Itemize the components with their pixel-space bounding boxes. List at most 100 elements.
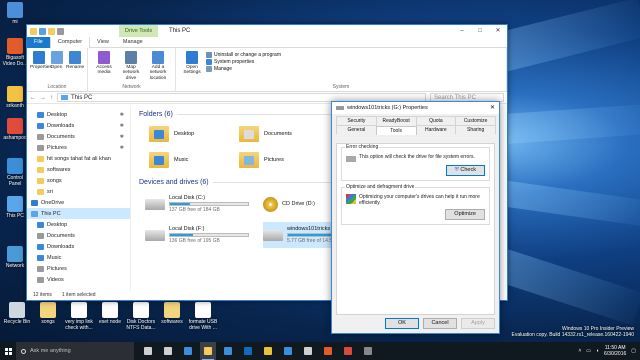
network-icon[interactable]: ▭ xyxy=(586,348,591,354)
folder-item[interactable]: Music xyxy=(149,149,239,171)
desktop-icon[interactable]: formate USB drive With ... xyxy=(188,302,218,331)
ribbon-button-label: Open xyxy=(50,65,63,70)
tab-readyboost[interactable]: ReadyBoost xyxy=(375,116,417,125)
close-icon[interactable]: ✕ xyxy=(490,102,495,114)
network-drive-button[interactable]: Map network drive xyxy=(118,50,144,83)
file-explorer-taskbar-button[interactable] xyxy=(200,342,216,360)
nav-item[interactable]: Desktop ✱ xyxy=(27,109,130,120)
tab-general[interactable]: General xyxy=(336,125,377,134)
volume-icon[interactable]: ◖ xyxy=(596,348,599,354)
nav-item[interactable]: Downloads xyxy=(27,241,130,252)
tab-hardware[interactable]: Hardware xyxy=(415,125,457,134)
hard-drive-icon xyxy=(145,229,165,241)
desktop-icon[interactable]: mi xyxy=(0,2,30,25)
store-taskbar-button[interactable] xyxy=(220,342,236,360)
mail-taskbar-button[interactable] xyxy=(280,342,296,360)
task-view-taskbar-button[interactable] xyxy=(160,342,176,360)
app-taskbar-button[interactable] xyxy=(360,342,376,360)
apply-button[interactable]: Apply xyxy=(461,318,495,329)
nav-item[interactable]: OneDrive xyxy=(27,197,130,208)
properties-button[interactable]: Properties xyxy=(30,50,52,83)
network-location-button[interactable]: Add a network location xyxy=(145,50,171,83)
folder-item[interactable]: Pictures xyxy=(239,149,329,171)
nav-item[interactable]: Pictures ✱ xyxy=(27,142,130,153)
dialog-title-bar[interactable]: windows101tricks (G:) Properties ✕ xyxy=(332,102,499,114)
media-button[interactable]: Access media xyxy=(91,50,117,83)
ribbon-group-network: Access media Map network drive Add a netwo… xyxy=(88,48,176,91)
cancel-button[interactable]: Cancel xyxy=(423,318,457,329)
pin-icon: ✱ xyxy=(119,144,124,151)
drive-tools-context-tab[interactable]: Drive Tools xyxy=(119,25,159,37)
folder-item[interactable]: Desktop xyxy=(149,123,239,145)
group-label-system: System xyxy=(332,84,350,90)
nav-item[interactable]: Pictures xyxy=(27,263,130,274)
customize-qa-icon[interactable] xyxy=(57,27,64,35)
nav-item[interactable]: Desktop xyxy=(27,219,130,230)
forward-arrow-icon[interactable]: → xyxy=(40,95,46,101)
maximize-icon[interactable]: □ xyxy=(471,25,489,37)
tab-quota[interactable]: Quota xyxy=(415,116,457,125)
desktop-icon[interactable]: eset node xyxy=(95,302,125,325)
cortana-search-box[interactable]: Ask me anything xyxy=(16,342,134,360)
nav-item[interactable]: Downloads ✱ xyxy=(27,120,130,131)
tab-tools[interactable]: Tools xyxy=(375,126,417,135)
network-buttons: Access media Map network drive Add a netwo… xyxy=(91,50,172,83)
manage-button[interactable]: Manage xyxy=(206,66,281,72)
open-settings-button[interactable]: Open Settings xyxy=(179,50,205,83)
explorer-title-bar[interactable]: Drive Tools This PC – □ ✕ xyxy=(27,25,507,37)
chrome-taskbar-button[interactable] xyxy=(260,342,276,360)
up-arrow-icon[interactable]: ↑ xyxy=(50,95,53,101)
check-button[interactable]: ⛨ Check xyxy=(445,165,485,176)
tab-sharing[interactable]: Sharing xyxy=(455,125,496,134)
start-button[interactable] xyxy=(0,342,16,360)
tab-file[interactable]: File xyxy=(27,36,50,48)
nav-item-label: Downloads xyxy=(47,122,75,129)
settings-icon xyxy=(304,347,312,355)
drive-item[interactable]: Local Disk (C:) 137 GB free of 184 GB xyxy=(145,191,263,217)
drive-item[interactable]: Local Disk (F:) 136 GB free of 195 GB xyxy=(145,222,263,248)
media-taskbar-button[interactable] xyxy=(320,342,336,360)
nav-item[interactable]: Videos xyxy=(27,274,130,285)
nav-item[interactable]: softwares xyxy=(27,164,130,175)
system-properties-button[interactable]: System properties xyxy=(206,59,281,65)
nav-item[interactable]: Documents ✱ xyxy=(27,131,130,142)
dialog-title: windows101tricks (G:) Properties xyxy=(347,105,428,111)
minimize-icon[interactable]: – xyxy=(453,25,471,37)
properties-qa-icon[interactable] xyxy=(39,27,46,35)
desktop-icon[interactable]: Recycle Bin xyxy=(2,302,32,325)
clock-date: 6/30/2016 xyxy=(604,351,627,357)
tab-manage[interactable]: Manage xyxy=(116,37,150,48)
tab-security[interactable]: Security xyxy=(336,116,377,125)
nav-item[interactable]: Documents xyxy=(27,230,130,241)
open-button[interactable]: Open xyxy=(48,50,65,83)
close-icon[interactable]: ✕ xyxy=(489,25,507,37)
nav-item[interactable]: sri xyxy=(27,186,130,197)
folder-item[interactable]: Documents xyxy=(239,123,329,145)
uninstall-program-button[interactable]: Uninstall or change a program xyxy=(206,52,281,58)
chevron-up-icon[interactable]: ˄ xyxy=(578,348,581,354)
desktop-icon[interactable]: Disk Doctors NTFS Data... xyxy=(126,302,156,331)
mic-taskbar-button[interactable] xyxy=(140,342,156,360)
notifications-icon[interactable]: ▢ xyxy=(631,348,636,354)
nav-item[interactable]: Music xyxy=(27,252,130,263)
rename-button[interactable]: Rename xyxy=(66,50,84,83)
settings-taskbar-button[interactable] xyxy=(300,342,316,360)
outlook-taskbar-button[interactable] xyxy=(240,342,256,360)
desktop-icon[interactable]: very imp link check with... xyxy=(64,302,94,331)
nav-item[interactable]: hit songs tahat fat ali khan xyxy=(27,153,130,164)
tab-customize[interactable]: Customize xyxy=(455,116,496,125)
edge-taskbar-button[interactable] xyxy=(180,342,196,360)
optimize-button[interactable]: Optimize xyxy=(445,209,485,220)
new-folder-icon[interactable] xyxy=(48,27,55,35)
desktop-icon[interactable]: songs xyxy=(33,302,63,325)
nav-item[interactable]: This PC xyxy=(27,208,130,219)
nav-item-label: Downloads xyxy=(47,243,75,250)
recorder-taskbar-button[interactable] xyxy=(340,342,356,360)
nav-item[interactable]: songs xyxy=(27,175,130,186)
back-arrow-icon[interactable]: ← xyxy=(30,95,36,101)
tab-view[interactable]: View xyxy=(90,37,116,48)
open-icon xyxy=(50,51,63,64)
clock[interactable]: 11:50 AM 6/30/2016 xyxy=(604,345,626,357)
ok-button[interactable]: OK xyxy=(385,318,419,329)
desktop-icon[interactable]: softwares xyxy=(157,302,187,325)
